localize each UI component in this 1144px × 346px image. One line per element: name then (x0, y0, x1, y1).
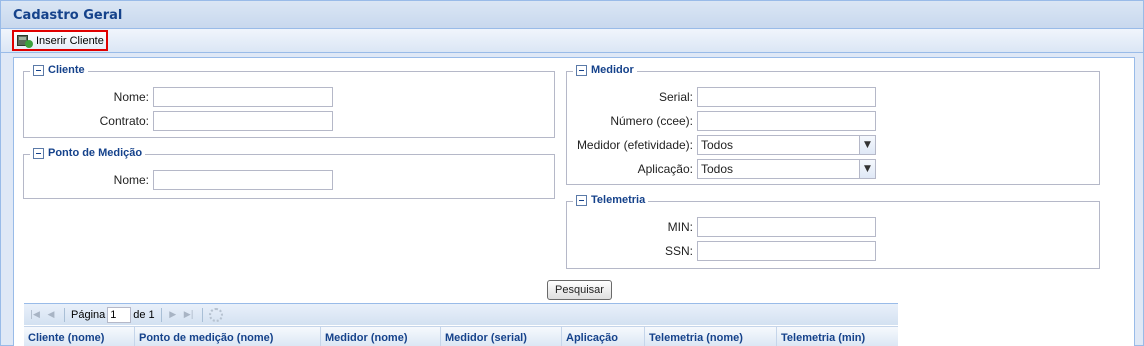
collapse-icon[interactable] (33, 64, 44, 76)
cliente-legend: Cliente (48, 64, 85, 76)
pager-toolbar: |◀ ◀ Página de 1 ▶ ▶| (24, 303, 898, 325)
column-header-medidor-nome[interactable]: Medidor (nome) (321, 327, 441, 346)
pager-separator (64, 307, 65, 322)
medidor-efetividade-label: Medidor (efetividade): (576, 138, 693, 152)
column-header-telemetria-nome[interactable]: Telemetria (nome) (645, 327, 777, 346)
medidor-aplicacao-value: Todos (701, 162, 734, 176)
page-count-label: de 1 (133, 308, 155, 321)
page-label: Página (71, 308, 106, 321)
collapse-icon[interactable] (576, 194, 587, 206)
ponto-nome-label: Nome: (113, 173, 149, 187)
column-header-aplicacao[interactable]: Aplicação (562, 327, 645, 346)
ponto-legend: Ponto de Medição (48, 147, 143, 159)
column-header-cliente-nome[interactable]: Cliente (nome) (24, 327, 135, 346)
pager-separator (160, 307, 162, 322)
collapse-icon[interactable] (33, 147, 44, 159)
medidor-numero-label: Número (ccee): (610, 114, 693, 128)
last-page-icon[interactable]: ▶| (182, 308, 196, 322)
add-client-icon (17, 34, 33, 48)
column-header-ponto-nome[interactable]: Ponto de medição (nome) (135, 327, 321, 346)
search-form: Cliente Nome: Contrato: Ponto de Medição… (13, 57, 1135, 346)
chevron-down-icon[interactable]: ▼ (859, 160, 875, 178)
medidor-serial-input[interactable] (697, 87, 876, 107)
cadastro-panel: Cadastro Geral Inserir Cliente Cliente N… (0, 0, 1144, 346)
medidor-efetividade-value: Todos (701, 138, 734, 152)
title-bar: Cadastro Geral (1, 1, 1143, 29)
refresh-icon[interactable] (208, 307, 223, 322)
pager-separator (201, 307, 203, 322)
telemetria-min-input[interactable] (697, 217, 876, 237)
medidor-legend: Medidor (591, 64, 634, 76)
telemetria-fieldset: Telemetria MIN: SSN: (566, 194, 1100, 269)
column-header-medidor-serial[interactable]: Medidor (serial) (441, 327, 562, 346)
toolbar: Inserir Cliente (1, 29, 1143, 53)
search-button[interactable]: Pesquisar (547, 280, 612, 300)
medidor-fieldset: Medidor Serial: Número (ccee): Medidor (… (566, 64, 1100, 185)
next-page-icon[interactable]: ▶ (166, 308, 180, 322)
panel-title: Cadastro Geral (13, 8, 123, 23)
medidor-serial-label: Serial: (658, 90, 693, 104)
cliente-nome-input[interactable] (153, 87, 333, 107)
column-header-telemetria-min[interactable]: Telemetria (min) (777, 327, 898, 346)
telemetria-legend: Telemetria (591, 194, 646, 206)
collapse-icon[interactable] (576, 64, 587, 76)
cliente-nome-label: Nome: (113, 90, 149, 104)
telemetria-ssn-input[interactable] (697, 241, 876, 261)
insert-client-label: Inserir Cliente (36, 34, 104, 47)
page-number-input[interactable] (107, 306, 132, 323)
chevron-down-icon[interactable]: ▼ (859, 136, 875, 154)
ponto-nome-input[interactable] (153, 170, 333, 190)
medidor-aplicacao-label: Aplicação: (637, 162, 693, 176)
grid-header: Cliente (nome) Ponto de medição (nome) M… (24, 326, 898, 346)
prev-page-icon[interactable]: ◀ (44, 308, 58, 322)
first-page-icon[interactable]: |◀ (28, 308, 42, 322)
results-grid: |◀ ◀ Página de 1 ▶ ▶| Cliente (nome) Pon… (24, 303, 898, 346)
ponto-fieldset: Ponto de Medição Nome: (23, 147, 555, 199)
cliente-contrato-input[interactable] (153, 111, 333, 131)
telemetria-ssn-label: SSN: (664, 244, 693, 258)
medidor-efetividade-select[interactable]: Todos ▼ (697, 135, 876, 155)
cliente-contrato-label: Contrato: (99, 114, 149, 128)
insert-client-button[interactable]: Inserir Cliente (12, 30, 108, 51)
telemetria-min-label: MIN: (667, 220, 693, 234)
medidor-numero-input[interactable] (697, 111, 876, 131)
cliente-fieldset: Cliente Nome: Contrato: (23, 64, 555, 138)
medidor-aplicacao-select[interactable]: Todos ▼ (697, 159, 876, 179)
